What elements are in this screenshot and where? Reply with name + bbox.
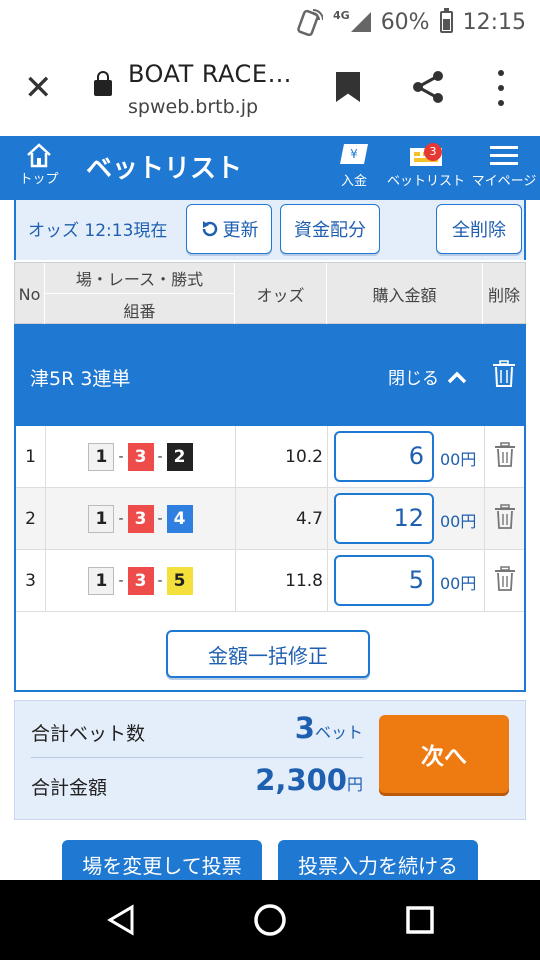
amount-input[interactable]: 12 (334, 493, 434, 544)
row-number: 1 (16, 426, 46, 487)
boat-number-1: 1 (88, 566, 115, 595)
trash-icon[interactable] (492, 360, 516, 388)
row-odds: 10.2 (236, 426, 328, 487)
url-text[interactable]: spweb.brtb.jp (128, 96, 258, 118)
next-button[interactable]: 次へ (379, 715, 509, 793)
delete-row-button[interactable] (484, 426, 524, 487)
chevron-up-icon (447, 371, 467, 383)
betlist-badge: 3 (424, 143, 442, 161)
table-row: 2 1-3-4 4.7 12 00円 (16, 488, 524, 550)
trash-icon (494, 565, 516, 596)
refresh-button[interactable]: 更新 (186, 204, 272, 254)
deposit-icon: ¥ (340, 144, 368, 164)
row-number: 3 (16, 550, 46, 611)
more-menu-icon[interactable] (494, 68, 508, 108)
page-title[interactable]: BOAT RACE… (128, 60, 292, 88)
screen-title: ベットリスト (86, 154, 243, 184)
boat-number-2: 3 (127, 504, 154, 533)
bet-count-label: 合計ベット数 (31, 723, 146, 745)
delete-all-button[interactable]: 全削除 (436, 204, 522, 254)
col-no: No (15, 263, 45, 325)
home-button[interactable]: トップ (14, 142, 64, 187)
odds-toolbar: オッズ 12:13現在 更新 資金配分 全削除 (14, 200, 526, 260)
system-nav-bar (0, 880, 540, 960)
bulk-edit-button[interactable]: 金額一括修正 (166, 630, 370, 678)
dash: - (118, 448, 124, 465)
bet-group: 津5R 3連単 閉じる 1 1-3-2 10.2 6 00円 2 1-3-4 4.7 12 00円… (14, 324, 526, 692)
amount-unit: 00円 (440, 450, 477, 469)
col-odds: オッズ (235, 263, 327, 325)
share-icon[interactable] (410, 70, 446, 104)
amount-unit: 00円 (440, 512, 477, 531)
wifi-calling-icon (297, 9, 323, 36)
dash: - (118, 510, 124, 527)
group-title: 津5R 3連単 (30, 368, 131, 390)
boat-number-2: 3 (127, 442, 154, 471)
dash: - (118, 572, 124, 589)
trash-icon (494, 503, 516, 534)
col-amount: 購入金額 (327, 263, 483, 325)
amount-input[interactable]: 6 (334, 431, 434, 482)
clock: 12:15 (462, 9, 526, 35)
trash-icon (494, 441, 516, 472)
divider (31, 757, 363, 758)
allocate-funds-button[interactable]: 資金配分 (280, 204, 380, 254)
dash: - (157, 510, 163, 527)
col-delete: 削除 (487, 286, 520, 305)
home-nav-icon[interactable] (252, 902, 288, 938)
dash: - (157, 448, 163, 465)
svg-text:¥: ¥ (350, 147, 358, 161)
status-bar: 4G 60% 12:15 (0, 0, 540, 44)
table-row: 1 1-3-2 10.2 6 00円 (16, 426, 524, 488)
collapse-button[interactable]: 閉じる (388, 364, 467, 389)
recents-icon[interactable] (406, 906, 434, 934)
table-header: No 場・レース・勝式 組番 オッズ 購入金額 削除 (14, 262, 526, 325)
combination: 1-3-4 (46, 488, 236, 549)
boat-number-3: 4 (166, 504, 193, 533)
col-combo: 組番 (45, 294, 235, 325)
mypage-button[interactable]: マイページ (470, 142, 538, 189)
bookmark-icon[interactable] (336, 72, 360, 102)
amount-input[interactable]: 5 (334, 555, 434, 606)
home-icon (27, 143, 51, 168)
dash: - (157, 572, 163, 589)
table-row: 3 1-3-5 11.8 5 00円 (16, 550, 524, 612)
combination: 1-3-2 (46, 426, 236, 487)
bet-group-header: 津5R 3連単 閉じる (16, 326, 524, 426)
delete-row-button[interactable] (484, 488, 524, 549)
boat-number-3: 5 (166, 566, 193, 595)
delete-row-button[interactable] (484, 550, 524, 611)
total-label: 合計金額 (31, 777, 108, 799)
close-icon[interactable]: ✕ (24, 68, 53, 108)
col-race-bet: 場・レース・勝式 (45, 263, 235, 294)
row-odds: 11.8 (236, 550, 328, 611)
browser-toolbar: ✕ BOAT RACE… spweb.brtb.jp (0, 44, 540, 136)
menu-icon (490, 146, 518, 165)
bet-summary: 合計ベット数 3ベット 合計金額 2,300円 次へ (14, 700, 526, 820)
lock-icon (94, 71, 112, 96)
battery-icon (439, 8, 453, 33)
home-label: トップ (19, 172, 59, 187)
betlist-button[interactable]: 3 ベットリスト (386, 142, 466, 189)
deposit-button[interactable]: ¥ 入金 (330, 142, 378, 189)
odds-timestamp: オッズ 12:13現在 (28, 221, 168, 241)
boat-number-3: 2 (166, 442, 193, 471)
battery-percent: 60% (380, 9, 430, 35)
row-number: 2 (16, 488, 46, 549)
amount-unit: 00円 (440, 574, 477, 593)
boat-number-1: 1 (88, 504, 115, 533)
total-amount: 2,300円 (255, 763, 363, 797)
back-icon[interactable] (106, 904, 136, 936)
row-odds: 4.7 (236, 488, 328, 549)
boat-number-2: 3 (127, 566, 154, 595)
app-header: トップ ベットリスト ¥ 入金 3 ベットリスト マイページ (0, 136, 540, 200)
signal-icon: 4G (333, 9, 371, 32)
refresh-icon (202, 221, 217, 237)
bet-count: 3ベット (294, 711, 363, 745)
boat-number-1: 1 (88, 442, 115, 471)
combination: 1-3-5 (46, 550, 236, 611)
